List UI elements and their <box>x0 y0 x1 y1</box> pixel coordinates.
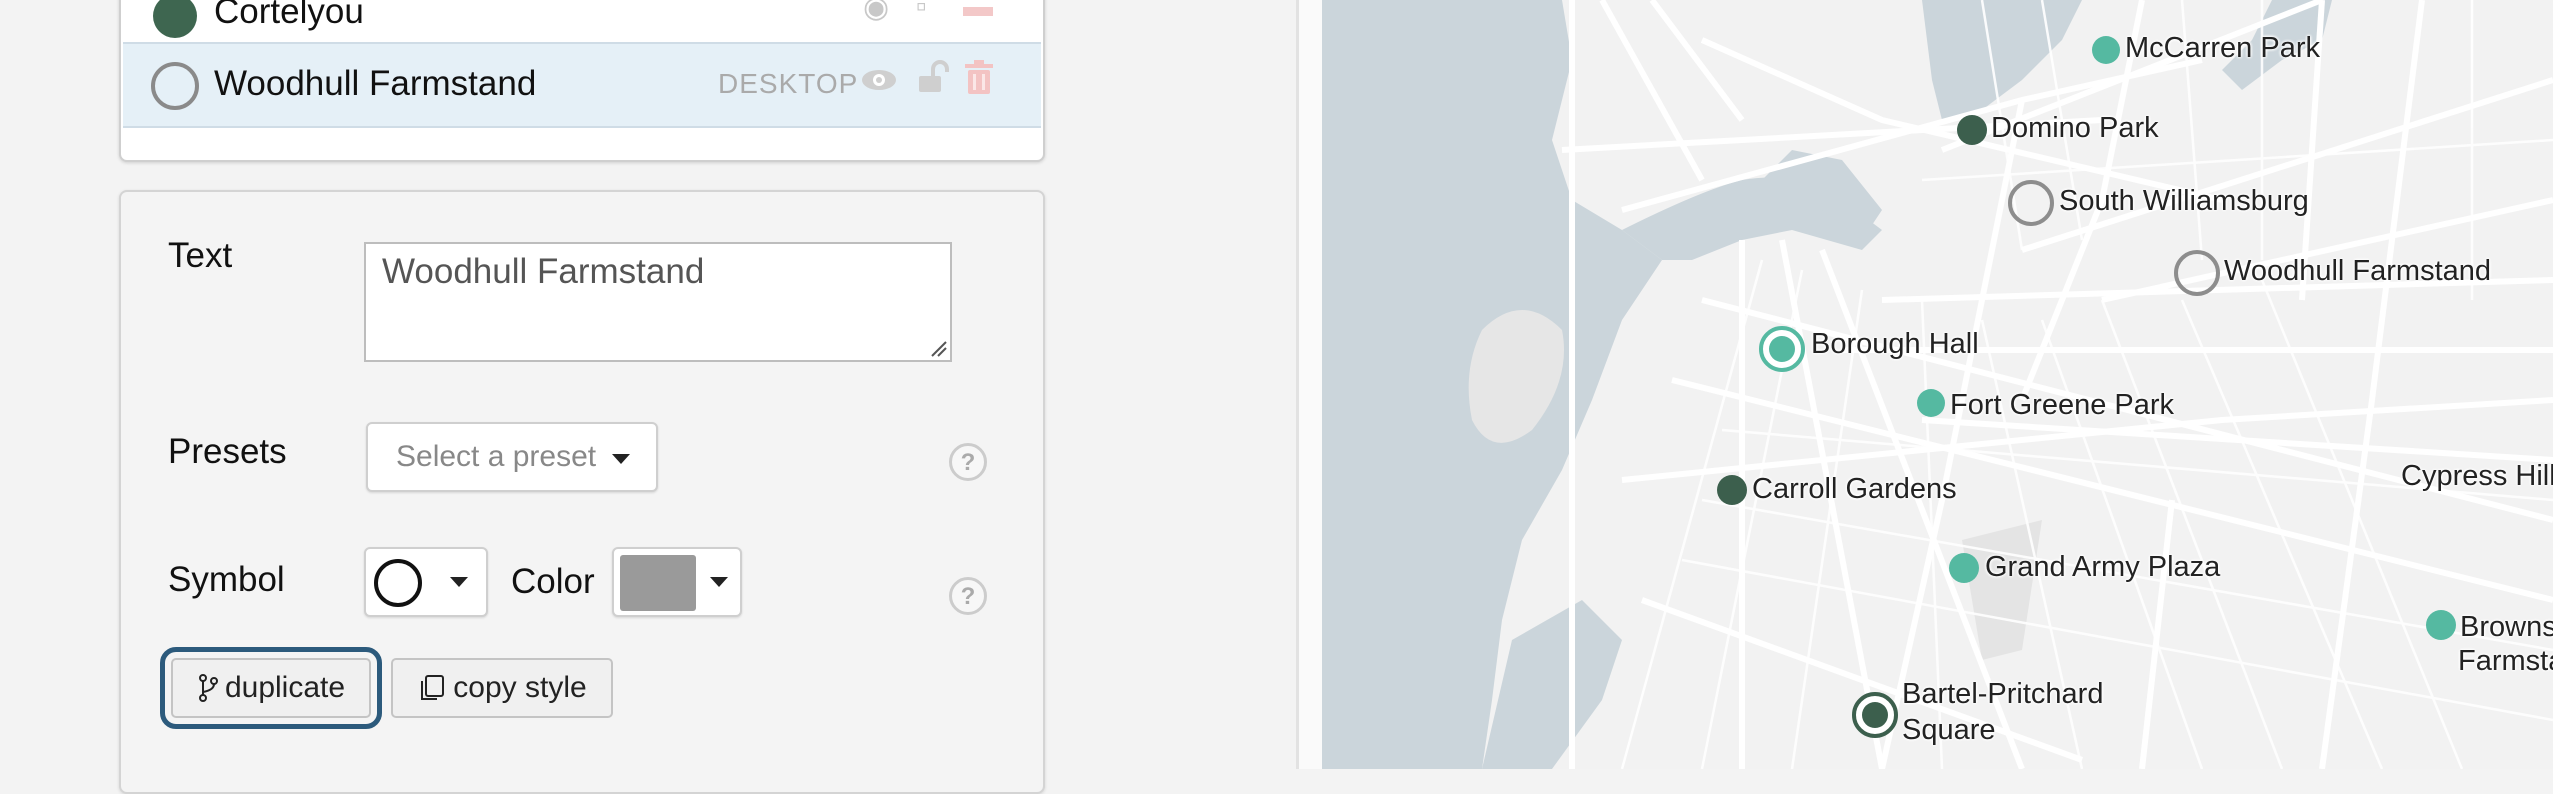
layer-name: Woodhull Farmstand <box>214 64 537 103</box>
map-marker-hollow[interactable] <box>2174 250 2220 296</box>
duplicate-button[interactable]: duplicate <box>160 647 382 729</box>
filled-circle-icon <box>153 0 197 38</box>
map-marker-teal[interactable] <box>1917 389 1945 417</box>
marker-label: Woodhull Farmstand <box>2224 255 2492 287</box>
map-marker-hollow[interactable] <box>2008 180 2054 226</box>
marker-label-line2: Square <box>1902 714 1996 746</box>
text-label: Text <box>168 236 233 275</box>
marker-label: Borough Hall <box>1811 328 1979 360</box>
marker-label: Fort Greene Park <box>1950 389 2175 421</box>
map-marker-selected[interactable] <box>1759 326 1805 372</box>
color-swatch <box>620 555 696 611</box>
unlock-icon[interactable]: ▫ <box>916 0 927 24</box>
marker-label-line2: Farmsta <box>2458 645 2553 677</box>
marker-label: South Williamsburg <box>2059 185 2309 217</box>
unlock-icon[interactable] <box>913 58 953 106</box>
marker-label: McCarren Park <box>2125 32 2320 64</box>
gowanus-water <box>1482 600 1622 769</box>
preset-dropdown[interactable]: Select a preset <box>366 422 658 492</box>
device-badge: DESKTOP <box>718 68 859 99</box>
list-item[interactable]: Cortelyou ◉ ▫ ▬ <box>123 0 1041 44</box>
copy-style-button[interactable]: copy style <box>391 658 613 718</box>
layer-name: Cortelyou <box>214 0 364 31</box>
marker-label: Grand Army Plaza <box>1985 551 2221 583</box>
resize-grip-icon[interactable] <box>928 338 948 358</box>
fork-icon <box>198 674 218 702</box>
marker-label: Domino Park <box>1991 112 2159 144</box>
help-icon[interactable]: ? <box>949 577 987 615</box>
color-dropdown[interactable] <box>612 547 742 617</box>
copy-icon <box>421 675 445 700</box>
map-marker-teal[interactable] <box>2426 610 2456 640</box>
eye-icon[interactable] <box>859 60 899 108</box>
eye-icon[interactable]: ◉ <box>863 0 889 25</box>
caret-down-icon <box>450 577 468 587</box>
hollow-circle-icon <box>151 62 199 110</box>
map-marker-teal[interactable] <box>2092 36 2120 64</box>
text-input[interactable]: Woodhull Farmstand <box>364 242 952 362</box>
color-label: Color <box>511 562 595 601</box>
properties-panel: Text Woodhull Farmstand Presets Select a… <box>119 190 1045 794</box>
symbol-label: Symbol <box>168 560 285 599</box>
help-icon[interactable]: ? <box>949 443 987 481</box>
marker-label: Bartel-Pritchard <box>1902 678 2104 710</box>
symbol-dropdown[interactable] <box>364 547 488 617</box>
hollow-circle-icon <box>374 559 422 607</box>
panel-divider[interactable] <box>1296 0 1325 769</box>
map-marker-dark[interactable] <box>1957 115 1987 145</box>
editor-panel: Cortelyou ◉ ▫ ▬ Woodhull Farmstand DESKT… <box>0 0 1296 794</box>
list-item-selected[interactable]: Woodhull Farmstand DESKTOP <box>123 42 1041 128</box>
copy-style-label: copy style <box>453 671 587 704</box>
map-marker-dark[interactable] <box>1717 475 1747 505</box>
preset-placeholder: Select a preset <box>396 440 597 473</box>
map-marker-teal[interactable] <box>1949 553 1979 583</box>
text-input-value: Woodhull Farmstand <box>382 252 705 291</box>
caret-down-icon <box>710 577 728 587</box>
marker-label: Brownsv <box>2460 611 2553 643</box>
trash-icon[interactable]: ▬ <box>963 0 993 24</box>
map-marker-dark-ring[interactable] <box>1852 692 1898 738</box>
marker-label: Carroll Gardens <box>1752 473 1957 505</box>
layer-list: Cortelyou ◉ ▫ ▬ Woodhull Farmstand DESKT… <box>119 0 1045 162</box>
place-label: Cypress Hill <box>2401 460 2553 492</box>
trash-icon[interactable] <box>961 58 997 106</box>
map-view[interactable]: McCarren Park Domino Park South Williams… <box>1322 0 2553 769</box>
map-basemap <box>1322 0 2553 769</box>
caret-down-icon <box>612 454 630 464</box>
presets-label: Presets <box>168 432 287 471</box>
duplicate-label: duplicate <box>224 671 346 704</box>
